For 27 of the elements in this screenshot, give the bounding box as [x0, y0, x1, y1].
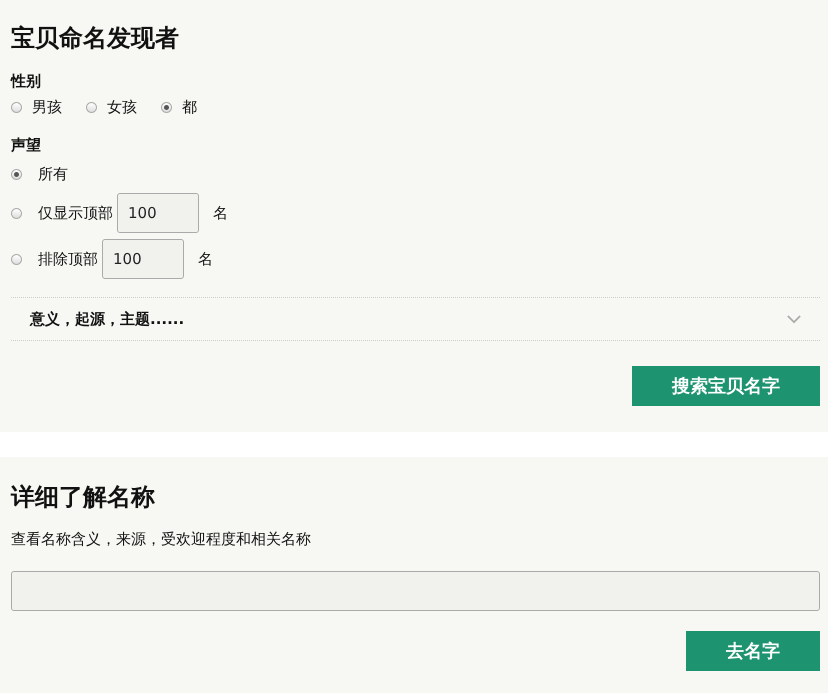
section-title: 宝贝命名发现者 [11, 23, 180, 54]
section-title: 详细了解名称 [11, 482, 156, 513]
expander-label: 意义，起源，主题...... [30, 310, 184, 328]
chevron-down-icon [787, 314, 801, 324]
search-button[interactable]: 搜索宝贝名字 [632, 366, 820, 406]
expander-row[interactable]: 意义，起源，主题...... [11, 297, 820, 341]
radio-button[interactable] [11, 168, 22, 180]
name-field[interactable] [11, 571, 820, 611]
radio-button[interactable] [161, 102, 172, 112]
option-label[interactable]: 男孩 [32, 96, 62, 118]
description: 查看名称含义，来源，受欢迎程度和相关名称 [11, 530, 312, 549]
radio-button[interactable] [11, 102, 22, 112]
field-label: 声望 [11, 135, 42, 155]
number-field[interactable]: 100 [102, 239, 184, 279]
radio-button[interactable] [11, 254, 22, 264]
option-label[interactable]: 都 [182, 96, 197, 118]
unit-label: 名 [198, 250, 213, 268]
option-label[interactable]: 排除顶部 [38, 248, 98, 270]
go-button[interactable]: 去名字 [686, 631, 820, 671]
option-label[interactable]: 女孩 [107, 96, 137, 118]
radio-button[interactable] [11, 208, 22, 218]
radio-button[interactable] [86, 102, 97, 112]
number-field[interactable]: 100 [117, 193, 199, 233]
option-label[interactable]: 仅显示顶部 [38, 202, 113, 224]
option-label[interactable]: 所有 [38, 163, 68, 185]
field-label: 性别 [11, 71, 42, 91]
unit-label: 名 [213, 204, 228, 222]
